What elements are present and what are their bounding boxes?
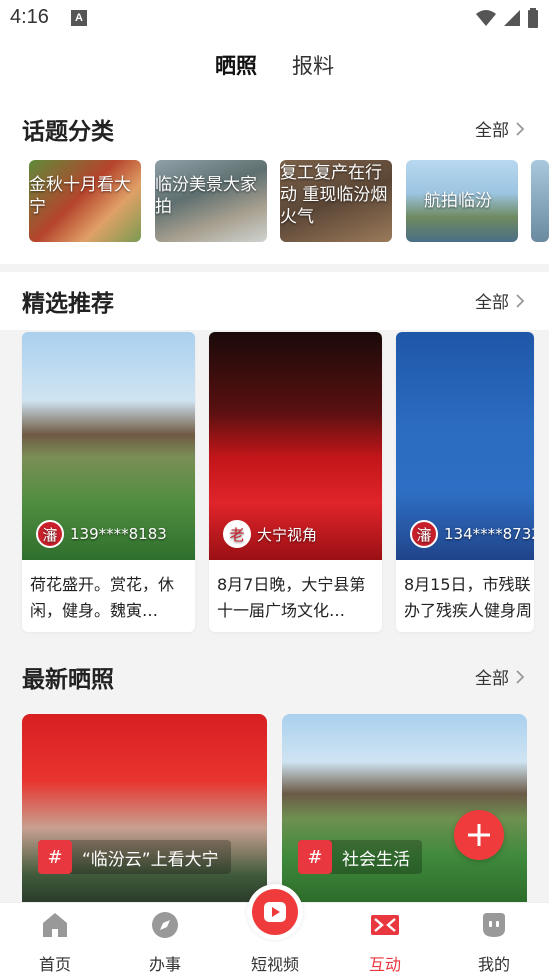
latest-more-label: 全部	[475, 669, 509, 689]
latest-photo-card[interactable]: # “临汾云”上看大宁	[22, 714, 267, 904]
topic-card[interactable]: 复工复产在行动 重现临汾烟火气	[280, 160, 392, 242]
nav-short-video-label: 短视频	[250, 955, 299, 974]
topic-card[interactable]: 金秋十月看大宁	[29, 160, 141, 242]
topic-tag: # “临汾云”上看大宁	[38, 840, 231, 874]
battery-icon	[528, 8, 538, 28]
topics-more-link[interactable]: 全部	[475, 116, 525, 141]
nav-interact-label: 互动	[368, 955, 401, 974]
card-user: 瀋 139****8183	[36, 520, 167, 548]
hash-icon: #	[38, 840, 72, 874]
card-caption: 荷花盛开。赏花，休闲，健身。魏寅…	[30, 575, 175, 620]
avatar: 瀋	[36, 520, 64, 548]
latest-more-link[interactable]: 全部	[475, 664, 525, 689]
featured-card[interactable]: 瀋 134****8732 8月15日，市残联办了残疾人健身周	[396, 332, 534, 632]
topic-label: 金秋十月看大宁	[29, 175, 131, 217]
tab-report[interactable]: 报料	[292, 50, 334, 80]
signal-icon	[504, 10, 520, 26]
chevron-right-icon	[516, 293, 525, 308]
compass-icon	[152, 912, 178, 938]
avatar: 瀋	[410, 520, 438, 548]
home-icon	[43, 913, 67, 937]
status-icons	[475, 8, 539, 28]
card-caption: 8月15日，市残联办了残疾人健身周	[404, 575, 533, 620]
featured-card[interactable]: 老 大宁视角 8月7日晚，大宁县第十一届广场文化…	[209, 332, 382, 632]
wifi-icon	[476, 10, 496, 26]
user-face-icon	[483, 913, 505, 937]
nav-interact[interactable]: 互动	[330, 903, 440, 976]
topic-card[interactable]: 临汾美景大家拍	[155, 160, 267, 242]
topic-label: 航拍临汾	[424, 191, 492, 211]
avatar: 老	[223, 520, 251, 548]
topic-tag: # 社会生活	[298, 840, 422, 874]
card-caption: 8月7日晚，大宁县第十一届广场文化…	[217, 575, 366, 620]
featured-more-label: 全部	[475, 293, 509, 313]
featured-title: 精选推荐	[22, 291, 114, 317]
card-user: 老 大宁视角	[223, 520, 317, 548]
bottom-nav: 首页 办事 短视频 互动 我的	[0, 884, 549, 976]
featured-card[interactable]: 瀋 139****8183 荷花盛开。赏花，休闲，健身。魏寅…	[22, 332, 195, 632]
play-icon	[252, 889, 298, 935]
status-bar: 4:16 A	[0, 0, 549, 38]
notification-icon: A	[71, 10, 87, 26]
chevron-right-icon	[516, 121, 525, 136]
nav-home-label: 首页	[38, 955, 71, 974]
nav-home[interactable]: 首页	[0, 903, 110, 976]
latest-photo-card[interactable]: # 社会生活	[282, 714, 527, 904]
card-username: 134****8732	[444, 525, 534, 543]
status-time: 4:16	[10, 6, 49, 28]
interact-icon	[371, 915, 399, 935]
topic-label: 复工复产在行动 重现临汾烟火气	[280, 163, 388, 227]
topic-tag-label: “临汾云”上看大宁	[82, 849, 219, 870]
topic-label: 临汾美景大家拍	[155, 175, 257, 217]
chevron-right-icon	[516, 669, 525, 684]
nav-mine-label: 我的	[477, 955, 510, 974]
plus-icon	[468, 824, 490, 846]
nav-services[interactable]: 办事	[110, 903, 220, 976]
card-username: 大宁视角	[257, 525, 318, 544]
topics-more-label: 全部	[475, 121, 509, 141]
tab-photos[interactable]: 晒照	[215, 50, 257, 80]
top-tab-bar: 晒照 报料	[0, 38, 549, 96]
featured-more-link[interactable]: 全部	[475, 288, 525, 313]
card-username: 139****8183	[70, 525, 167, 543]
latest-title: 最新晒照	[22, 667, 114, 693]
nav-short-video[interactable]: 短视频	[220, 884, 330, 976]
topic-tag-label: 社会生活	[342, 849, 410, 870]
topic-card-partial[interactable]	[531, 160, 549, 242]
topics-title: 话题分类	[22, 119, 114, 145]
nav-services-label: 办事	[148, 955, 181, 974]
add-post-button[interactable]	[454, 810, 504, 860]
hash-icon: #	[298, 840, 332, 874]
topic-card[interactable]: 航拍临汾	[406, 160, 518, 242]
nav-mine[interactable]: 我的	[439, 903, 549, 976]
card-user: 瀋 134****8732	[410, 520, 534, 548]
